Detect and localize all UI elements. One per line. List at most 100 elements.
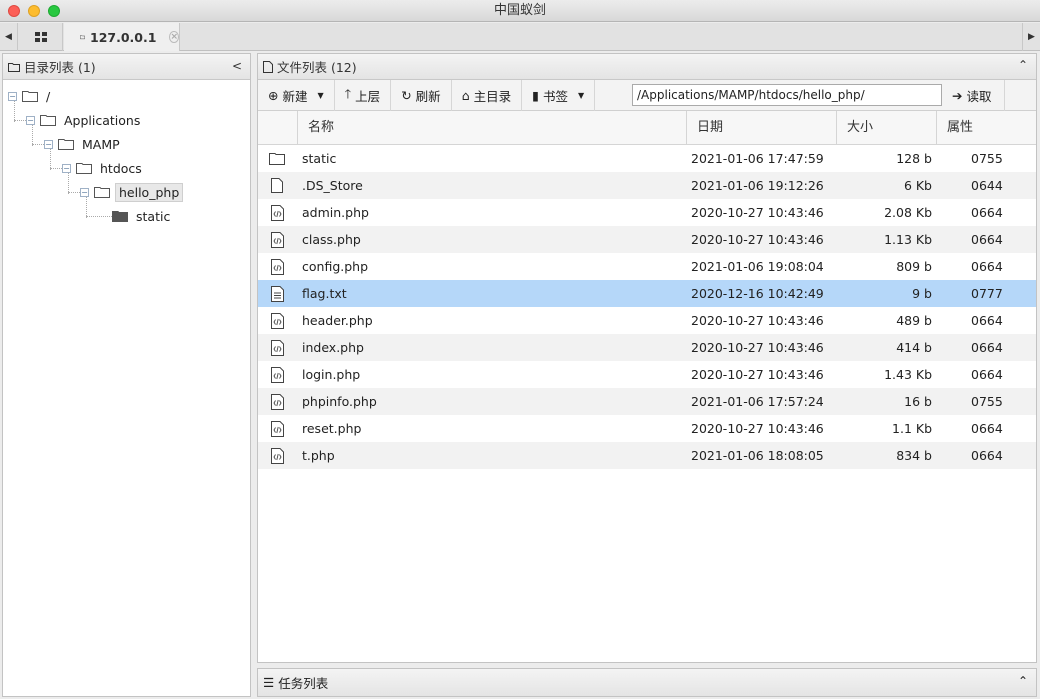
file-list-panel-title: 文件列表 (12) [277, 60, 357, 75]
tree-node-static[interactable]: static [112, 206, 173, 226]
directory-panel: 目录列表 (1) < − / − Applications − MAMP − h… [2, 53, 251, 697]
tab-close-icon[interactable]: × [169, 31, 179, 43]
task-panel: ☰ 任务列表 ⌃ [257, 668, 1037, 697]
collapse-icon[interactable]: − [44, 139, 53, 149]
title-bar: 中国蚁剑 [0, 0, 1040, 22]
caret-down-icon: ▼ [578, 90, 585, 100]
file-size-cell: 16 b [904, 394, 932, 409]
file-date-cell: 2020-12-16 10:42:49 [691, 286, 824, 301]
code-file-icon [266, 334, 288, 361]
file-date-cell: 2020-10-27 10:43:46 [691, 313, 824, 328]
file-attr-cell: 0664 [971, 448, 1003, 463]
table-row[interactable]: index.php 2020-10-27 10:43:46 414 b 0664 [258, 334, 1036, 361]
folder-icon [266, 145, 288, 172]
tab-home[interactable] [19, 23, 63, 51]
file-name-cell: class.php [302, 232, 361, 247]
bookmark-button[interactable]: ▮ 书签 ▼ [522, 79, 596, 111]
folder-icon [8, 62, 20, 72]
file-attr-cell: 0755 [971, 151, 1003, 166]
file-size-cell: 1.43 Kb [884, 367, 932, 382]
file-date-cell: 2020-10-27 10:43:46 [691, 340, 824, 355]
collapse-icon[interactable]: − [26, 115, 35, 125]
file-list-panel: 文件列表 (12) ⌃ ⊕ 新建 ▼ 🡑 上层 ↻ 刷新 ⌂ 主目录 ▮ 书签 … [257, 53, 1037, 663]
file-date-cell: 2021-01-06 17:47:59 [691, 151, 824, 166]
directory-panel-header: 目录列表 (1) < [3, 54, 250, 80]
file-name-cell: .DS_Store [302, 178, 363, 193]
code-file-icon [266, 415, 288, 442]
table-row[interactable]: class.php 2020-10-27 10:43:46 1.13 Kb 0664 [258, 226, 1036, 253]
table-row[interactable]: static 2021-01-06 17:47:59 128 b 0755 [258, 145, 1036, 172]
up-button[interactable]: 🡑 上层 [335, 79, 392, 111]
tab-bar: ◀ 127.0.0.1 × ▶ [0, 23, 1040, 51]
table-row[interactable]: login.php 2020-10-27 10:43:46 1.43 Kb 0664 [258, 361, 1036, 388]
collapse-icon[interactable]: − [8, 91, 17, 101]
table-row[interactable]: admin.php 2020-10-27 10:43:46 2.08 Kb 0664 [258, 199, 1036, 226]
directory-tree: − / − Applications − MAMP − htdocs − hel… [3, 80, 250, 680]
home-button[interactable]: ⌂ 主目录 [452, 79, 523, 111]
collapse-up-icon[interactable]: ⌃ [1018, 58, 1028, 72]
table-row[interactable]: header.php 2020-10-27 10:43:46 489 b 0664 [258, 307, 1036, 334]
file-name-cell: login.php [302, 367, 361, 382]
new-button[interactable]: ⊕ 新建 ▼ [258, 79, 335, 111]
refresh-icon: ↻ [401, 87, 412, 103]
new-button-label: 新建 [282, 88, 308, 104]
file-date-cell: 2021-01-06 19:12:26 [691, 178, 824, 193]
column-header-attr[interactable]: 属性 [937, 111, 1036, 145]
tree-node-htdocs[interactable]: − htdocs [62, 158, 145, 178]
column-header-name[interactable]: 名称 [298, 111, 687, 145]
tab-host[interactable]: 127.0.0.1 × [64, 23, 180, 51]
arrow-right-icon: ➔ [952, 88, 963, 103]
read-button[interactable]: ➔ 读取 [948, 80, 1005, 111]
file-name-cell: admin.php [302, 205, 369, 220]
collapse-icon[interactable]: − [62, 163, 71, 173]
file-size-cell: 6 Kb [903, 178, 932, 193]
window-maximize-button[interactable] [48, 5, 60, 17]
code-file-icon [266, 253, 288, 280]
tree-node-label: MAMP [82, 136, 120, 152]
column-header-size[interactable]: 大小 [837, 111, 937, 145]
tree-node-hello-php[interactable]: − hello_php [80, 182, 184, 202]
tree-node-label: htdocs [100, 160, 142, 176]
text-file-icon [266, 280, 288, 307]
refresh-button[interactable]: ↻ 刷新 [391, 79, 452, 111]
file-name-cell: t.php [302, 448, 335, 463]
tree-node-mamp[interactable]: − MAMP [44, 134, 123, 154]
grid-icon [34, 32, 47, 42]
icon-column-header [258, 111, 298, 145]
window-minimize-button[interactable] [28, 5, 40, 17]
expand-up-icon[interactable]: ⌃ [1018, 674, 1028, 688]
window-close-button[interactable] [8, 5, 20, 17]
tree-node-applications[interactable]: − Applications [26, 110, 143, 130]
file-size-cell: 2.08 Kb [884, 205, 932, 220]
bookmark-button-label: 书签 [543, 88, 569, 104]
file-name-cell: static [302, 151, 337, 166]
file-list-panel-header: 文件列表 (12) ⌃ [258, 54, 1036, 80]
tab-scroll-right-button[interactable]: ▶ [1022, 23, 1040, 51]
file-date-cell: 2021-01-06 19:08:04 [691, 259, 824, 274]
table-row[interactable]: phpinfo.php 2021-01-06 17:57:24 16 b 0755 [258, 388, 1036, 415]
file-attr-cell: 0664 [971, 232, 1003, 247]
file-toolbar: ⊕ 新建 ▼ 🡑 上层 ↻ 刷新 ⌂ 主目录 ▮ 书签 ▼ ➔ 读取 [258, 79, 1036, 111]
table-row[interactable]: t.php 2021-01-06 18:08:05 834 b 0664 [258, 442, 1036, 469]
collapse-panel-icon[interactable]: < [232, 59, 242, 73]
file-date-cell: 2020-10-27 10:43:46 [691, 421, 824, 436]
file-date-cell: 2021-01-06 17:57:24 [691, 394, 824, 409]
tab-scroll-left-button[interactable]: ◀ [0, 23, 18, 51]
table-row[interactable]: .DS_Store 2021-01-06 19:12:26 6 Kb 0644 [258, 172, 1036, 199]
file-attr-cell: 0664 [971, 367, 1003, 382]
file-size-cell: 9 b [912, 286, 932, 301]
tree-node-label: Applications [64, 112, 141, 128]
home-icon: ⌂ [461, 87, 470, 103]
bookmark-icon: ▮ [532, 87, 540, 103]
column-header-date[interactable]: 日期 [687, 111, 837, 145]
collapse-icon[interactable]: − [80, 187, 89, 197]
file-date-cell: 2020-10-27 10:43:46 [691, 367, 824, 382]
read-button-label: 读取 [966, 89, 992, 104]
folder-icon [40, 115, 56, 126]
path-input[interactable] [632, 84, 942, 106]
file-attr-cell: 0755 [971, 394, 1003, 409]
table-row[interactable]: config.php 2021-01-06 19:08:04 809 b 0664 [258, 253, 1036, 280]
tree-node-root[interactable]: − / [8, 86, 53, 106]
table-row[interactable]: reset.php 2020-10-27 10:43:46 1.1 Kb 0664 [258, 415, 1036, 442]
table-row[interactable]: flag.txt 2020-12-16 10:42:49 9 b 0777 [258, 280, 1036, 307]
